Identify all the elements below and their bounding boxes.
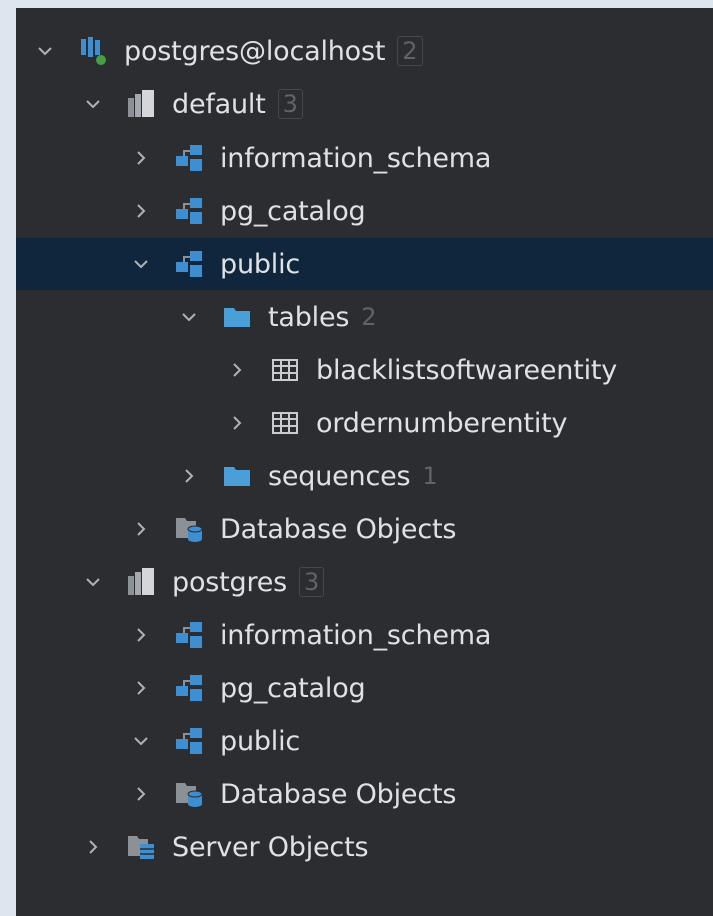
chevron-down-icon[interactable] [130,253,152,275]
tree-node-tables[interactable]: tables 2 [16,291,713,343]
chevron-down-icon[interactable] [130,730,152,752]
tree-node-pg-catalog[interactable]: pg_catalog [16,185,713,237]
chevron-right-icon[interactable] [130,677,152,699]
tree-node-information-schema[interactable]: information_schema [16,609,713,661]
chevron-down-icon[interactable] [82,571,104,593]
node-label: postgres [172,566,288,598]
tree-node-pg-catalog[interactable]: pg_catalog [16,662,713,714]
schema-icon [174,620,204,650]
database-icon [126,567,156,597]
table-icon [270,408,300,438]
chevron-right-icon[interactable] [226,412,248,434]
node-label: pg_catalog [220,195,366,227]
node-label: postgres@localhost [124,35,386,67]
schema-icon [174,673,204,703]
database-explorer-tree: postgres@localhost 2 default 3 informati… [16,8,713,916]
schema-icon [174,196,204,226]
chevron-right-icon[interactable] [130,200,152,222]
tree-node-table-blacklistsoftwareentity[interactable]: blacklistsoftwareentity [16,344,713,396]
schema-icon [174,143,204,173]
node-label: information_schema [220,619,492,651]
chevron-right-icon[interactable] [178,465,200,487]
tree-node-postgres-database[interactable]: postgres 3 [16,556,713,608]
database-icon [126,89,156,119]
node-count-badge: 3 [299,567,325,597]
node-label: default [172,88,266,120]
node-label: Server Objects [172,831,369,863]
node-label: tables [268,301,350,333]
tree-node-server-objects[interactable]: Server Objects [16,821,713,873]
folder-icon [222,302,252,332]
tree-node-public[interactable]: public [16,715,713,767]
chevron-right-icon[interactable] [82,836,104,858]
tree-node-table-ordernumberentity[interactable]: ordernumberentity [16,397,713,449]
table-icon [270,355,300,385]
database-objects-icon [174,779,204,809]
chevron-right-icon[interactable] [130,783,152,805]
tree-node-default-database[interactable]: default 3 [16,78,713,130]
tree-node-database-objects[interactable]: Database Objects [16,503,713,555]
node-count: 2 [361,303,377,331]
schema-icon [174,726,204,756]
postgresql-datasource-icon [78,36,108,66]
node-label: information_schema [220,142,492,174]
chevron-right-icon[interactable] [130,624,152,646]
folder-icon [222,461,252,491]
server-objects-icon [126,832,156,862]
chevron-down-icon[interactable] [34,40,56,62]
node-count-badge: 2 [397,36,423,66]
node-label: ordernumberentity [316,407,568,439]
node-count-badge: 3 [277,89,303,119]
node-label: Database Objects [220,513,457,545]
chevron-down-icon[interactable] [178,306,200,328]
tree-node-public-selected[interactable]: public [16,238,713,290]
tree-node-database-objects[interactable]: Database Objects [16,768,713,820]
node-count: 1 [422,462,438,490]
node-label: Database Objects [220,778,457,810]
chevron-down-icon[interactable] [82,93,104,115]
schema-icon [174,249,204,279]
node-label: sequences [268,460,411,492]
node-label: public [220,725,301,757]
database-objects-icon [174,514,204,544]
node-label: blacklistsoftwareentity [316,354,618,386]
node-label: pg_catalog [220,672,366,704]
chevron-right-icon[interactable] [130,518,152,540]
tree-node-sequences[interactable]: sequences 1 [16,450,713,502]
chevron-right-icon[interactable] [130,147,152,169]
chevron-right-icon[interactable] [226,359,248,381]
tree-node-information-schema[interactable]: information_schema [16,132,713,184]
node-label: public [220,248,301,280]
tree-node-postgres-localhost[interactable]: postgres@localhost 2 [16,25,713,77]
